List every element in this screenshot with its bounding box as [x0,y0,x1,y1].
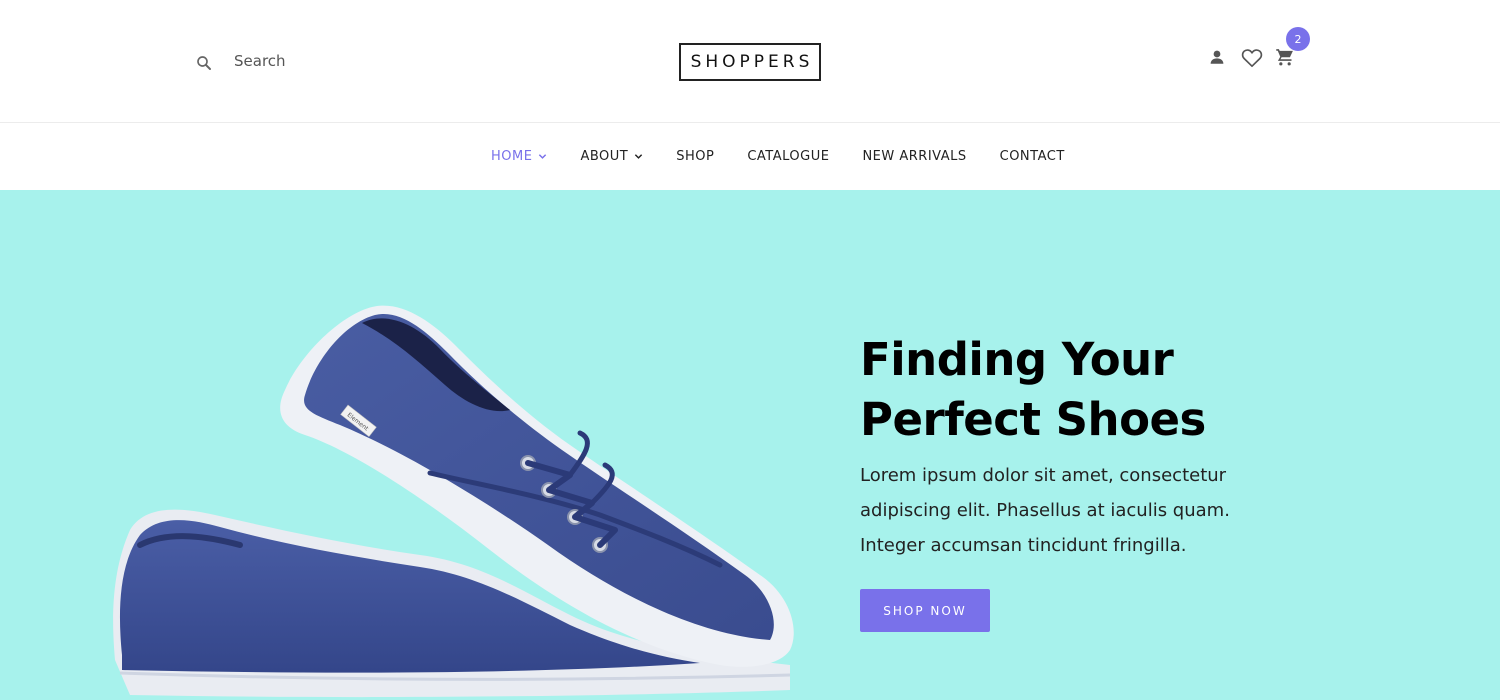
hero-description: Lorem ipsum dolor sit amet, consectetur … [860,465,1230,556]
site-header: SHOPPERS 2 [0,0,1500,123]
search-icon[interactable] [195,54,213,72]
hero-title-line-2: Perfect Shoes [860,393,1206,446]
shop-now-button[interactable]: SHOP NOW [860,589,990,632]
chevron-down-icon [635,154,643,159]
nav-item-label: CATALOGUE [747,149,830,164]
hero-banner: Element Finding Your Perfect Shoes Lorem… [0,190,1500,700]
site-logo[interactable]: SHOPPERS [679,43,821,81]
main-nav: HOME ABOUT SHOP CATALOGUE NEW ARRIVALS C… [0,124,1500,190]
nav-item-label: ABOUT [580,149,629,164]
shoes-image: Element [113,305,794,698]
nav-item-label: HOME [491,149,533,164]
wishlist-button[interactable] [1241,47,1263,72]
nav-item-new-arrivals[interactable]: NEW ARRIVALS [862,149,966,164]
nav-item-about[interactable]: ABOUT [580,149,643,164]
cart-count-badge: 2 [1286,27,1310,51]
nav-item-catalogue[interactable]: CATALOGUE [747,149,829,164]
nav-item-contact[interactable]: CONTACT [1000,149,1065,164]
account-button[interactable] [1208,48,1226,70]
cart-icon [1276,49,1293,66]
nav-item-home[interactable]: HOME [491,149,547,164]
nav-item-label: NEW ARRIVALS [862,149,967,164]
hero-content: Finding Your Perfect Shoes Lorem ipsum d… [860,330,1300,632]
nav-item-shop[interactable]: SHOP [676,149,714,164]
search-bar [195,50,414,72]
chevron-down-icon [539,154,547,159]
hero-title: Finding Your Perfect Shoes [860,330,1300,450]
user-icon [1210,50,1224,64]
cart-button[interactable] [1275,47,1295,71]
hero-title-line-1: Finding Your [860,333,1174,386]
nav-list: HOME ABOUT SHOP CATALOGUE NEW ARRIVALS C… [491,149,1065,164]
nav-item-label: SHOP [676,149,715,164]
nav-item-label: CONTACT [999,149,1065,164]
heart-icon [1241,49,1263,68]
search-input[interactable] [234,52,414,70]
